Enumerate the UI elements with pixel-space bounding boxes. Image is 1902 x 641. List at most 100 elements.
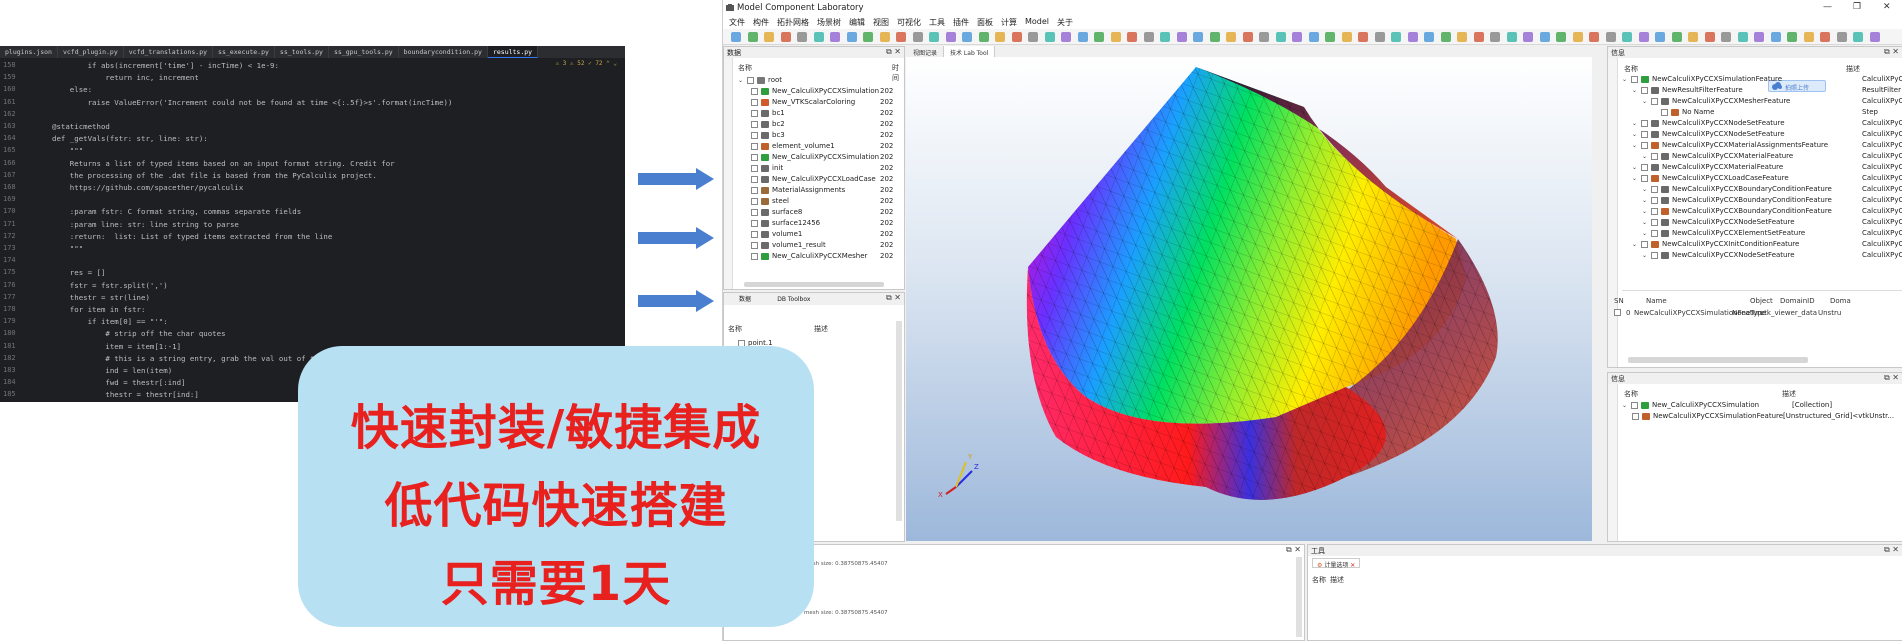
menu-model[interactable]: Model: [1021, 16, 1053, 29]
tree-item[interactable]: ⌄ NewCalculiXPyCCXMaterialFeature CalculiX…: [1632, 162, 1902, 172]
toolbar-tool-icon[interactable]: [1506, 32, 1517, 42]
menu-view[interactable]: 视图: [869, 16, 893, 29]
toolbar-tool-icon[interactable]: [1127, 32, 1137, 42]
code-line[interactable]: raise ValueError('Increment could not be…: [52, 98, 453, 107]
toolbar-tool-icon[interactable]: [1424, 32, 1434, 42]
menu-compute[interactable]: 计算: [997, 16, 1021, 29]
toolbar-tool-icon[interactable]: [1853, 32, 1863, 42]
toolbar-tool-icon[interactable]: [1770, 32, 1781, 42]
toolbar-tool-icon[interactable]: [1061, 32, 1071, 42]
toolbar-tool-icon[interactable]: [747, 32, 758, 42]
code-line[interactable]: # this is a string entry, grab the val o…: [52, 354, 314, 363]
toolbar-tool-icon[interactable]: [1242, 32, 1253, 42]
toolbar-tool-icon[interactable]: [797, 32, 807, 42]
toolbar-tool-icon[interactable]: [1193, 32, 1203, 42]
toolbar-tool-icon[interactable]: [830, 32, 840, 42]
toolbar-tool-icon[interactable]: [780, 32, 791, 42]
chevron-down-icon[interactable]: ⌄: [1642, 219, 1648, 226]
vertical-scrollbar[interactable]: [896, 321, 902, 521]
toolbar-tool-icon[interactable]: [1374, 32, 1385, 42]
tree-item[interactable]: ⌄ NewCalculiXPyCCXNodeSetFeature CalculiXP…: [1632, 118, 1902, 128]
code-line[interactable]: Returns a list of typed items based on a…: [52, 159, 395, 168]
editor-tab[interactable]: ss_gpu_tools.py: [329, 46, 399, 58]
toolbar-tool-icon[interactable]: [1407, 32, 1418, 42]
col-name-header[interactable]: 名称: [1624, 64, 1638, 74]
chevron-down-icon[interactable]: ⌄: [1632, 164, 1638, 171]
checkbox[interactable]: [1632, 412, 1639, 420]
toolbar-tool-icon[interactable]: [896, 32, 906, 42]
checkbox[interactable]: [1614, 309, 1621, 316]
toolbar-tool-icon[interactable]: [1523, 32, 1533, 42]
horizontal-scrollbar[interactable]: [1628, 357, 1808, 363]
code-line[interactable]: thestr = str(line): [52, 293, 150, 302]
checkbox[interactable]: [1641, 240, 1648, 248]
toolbar-tool-icon[interactable]: [1490, 32, 1500, 42]
tree-item[interactable]: steel 202: [751, 196, 893, 206]
toolbar-tool-icon[interactable]: [1539, 32, 1550, 42]
tree-item[interactable]: ⌄ NewCalculiXPyCCXLoadCaseFeature CalculiX…: [1632, 173, 1902, 183]
editor-tab[interactable]: vcfd_translations.py: [124, 46, 214, 58]
code-line[interactable]: the processing of the .dat file is based…: [52, 171, 377, 180]
checkbox[interactable]: [1651, 207, 1658, 215]
menu-edit[interactable]: 编辑: [845, 16, 869, 29]
toolbar-tool-icon[interactable]: [912, 32, 923, 42]
toolbar-tool-icon[interactable]: [1077, 32, 1088, 42]
code-line[interactable]: thestr = thestr[ind:]: [52, 390, 198, 399]
toolbar-tool-icon[interactable]: [1176, 32, 1187, 42]
tree-item[interactable]: init 202: [751, 163, 893, 173]
toolbar-tool-icon[interactable]: [1671, 32, 1682, 42]
tree-item[interactable]: ⌄ NewCalculiXPyCCXSimulationFeature Calcul…: [1622, 74, 1902, 84]
panel-buttons[interactable]: ⧉ ✕: [1884, 47, 1899, 57]
menu-file[interactable]: 文件: [725, 16, 749, 29]
tree-item[interactable]: volume1_result 202: [751, 240, 893, 250]
toolbar-tool-icon[interactable]: [1836, 32, 1847, 42]
checkbox[interactable]: [751, 142, 758, 150]
toolbar-tool-icon[interactable]: [1803, 32, 1814, 42]
toolbar-tool-icon[interactable]: [1820, 32, 1830, 42]
chevron-down-icon[interactable]: ⌄: [1642, 252, 1648, 259]
chevron-down-icon[interactable]: ⌄: [738, 77, 744, 84]
editor-tab[interactable]: ss_tools.py: [275, 46, 329, 58]
col-name-header[interactable]: 名称: [1312, 575, 1326, 585]
col-desc-header[interactable]: 描述: [1846, 64, 1860, 74]
editor-tab[interactable]: vcfd_plugin.py: [58, 46, 124, 58]
menu-panels[interactable]: 面板: [973, 16, 997, 29]
tree-item[interactable]: ⌄ NewResultFilterFeature ResultFilter: [1632, 85, 1901, 95]
table-header-cell[interactable]: Name: [1646, 297, 1667, 305]
col-time-header[interactable]: 时间: [892, 63, 904, 83]
tree-item[interactable]: ⌄ NewCalculiXPyCCXNodeSetFeature CalculiXP…: [1642, 217, 1902, 227]
editor-tab[interactable]: boundarycondition.py: [399, 46, 488, 58]
table-header-cell[interactable]: Object: [1750, 297, 1773, 305]
tab-data[interactable]: 数据: [739, 296, 751, 303]
code-line[interactable]: :return: list: List of typed items extra…: [52, 232, 333, 241]
toolbar-tool-icon[interactable]: [813, 32, 824, 42]
menu-tools[interactable]: 工具: [925, 16, 949, 29]
chevron-down-icon[interactable]: ⌄: [1622, 76, 1628, 83]
toolbar-tool-icon[interactable]: [1308, 32, 1319, 42]
toolbar-tool-icon[interactable]: [1704, 32, 1715, 42]
chevron-down-icon[interactable]: ⌄: [1642, 153, 1648, 160]
table-header-cell[interactable]: SN: [1614, 297, 1624, 305]
tree-item[interactable]: bc1 202: [751, 108, 893, 118]
checkbox[interactable]: [751, 186, 758, 194]
toolbar-tool-icon[interactable]: [1391, 32, 1401, 42]
tab-measure-options[interactable]: ⚙ 计量选项 ✕: [1312, 558, 1361, 569]
toolbar-tool-icon[interactable]: [1440, 32, 1451, 42]
toolbar-tool-icon[interactable]: [1341, 32, 1352, 42]
tree-item[interactable]: New_CalculiXPyCCXSimulation 202: [751, 86, 893, 96]
toolbar-tool-icon[interactable]: [929, 32, 939, 42]
code-line[interactable]: ind = len(item): [52, 366, 172, 375]
chevron-down-icon[interactable]: ⌄: [1642, 186, 1648, 193]
checkbox[interactable]: [751, 175, 758, 183]
tree-item[interactable]: ⌄ NewCalculiXPyCCXMesherFeature CalculiXPy…: [1642, 96, 1902, 106]
list-item[interactable]: ⌄ New_CalculiXPyCCXSimulation [Collectio…: [1622, 400, 1832, 410]
toolbar-tool-icon[interactable]: [1589, 32, 1599, 42]
panel-buttons[interactable]: ⧉ ✕: [1884, 545, 1899, 555]
tab-lab-tool[interactable]: 技术 Lab Tool: [944, 46, 996, 57]
toolbar-tool-icon[interactable]: [1572, 32, 1583, 42]
tree-item[interactable]: New_CalculiXPyCCXSimulation 202: [751, 152, 893, 162]
toolbar-tool-icon[interactable]: [1143, 32, 1154, 42]
tree-item[interactable]: bc2 202: [751, 119, 893, 129]
checkbox[interactable]: [1641, 119, 1648, 127]
toolbar-tool-icon[interactable]: [1209, 32, 1220, 42]
